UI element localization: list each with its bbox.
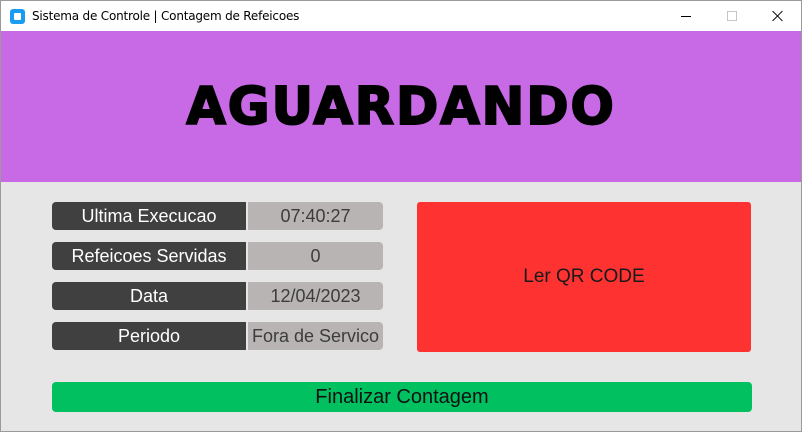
window-title: Sistema de Controle | Contagem de Refeic… <box>32 9 300 23</box>
title-bar[interactable]: Sistema de Controle | Contagem de Refeic… <box>1 1 801 31</box>
info-label: Data <box>52 282 246 310</box>
finish-count-button[interactable]: Finalizar Contagem <box>52 382 752 412</box>
info-value: 07:40:27 <box>248 202 383 230</box>
info-label: Refeicoes Servidas <box>52 242 246 270</box>
info-row-period: Periodo Fora de Servico <box>52 322 383 350</box>
info-value: 12/04/2023 <box>248 282 383 310</box>
info-row-meals-served: Refeicoes Servidas 0 <box>52 242 383 270</box>
close-button[interactable] <box>755 1 801 31</box>
info-value: Fora de Servico <box>248 322 383 350</box>
read-qr-code-button[interactable]: Ler QR CODE <box>417 202 751 352</box>
minimize-button[interactable] <box>663 1 709 31</box>
app-icon <box>10 9 25 24</box>
minimize-icon <box>681 15 691 17</box>
maximize-icon <box>727 11 737 21</box>
close-icon <box>772 10 784 22</box>
status-banner: AGUARDANDO <box>1 31 801 182</box>
info-value: 0 <box>248 242 383 270</box>
info-row-last-execution: Ultima Execucao 07:40:27 <box>52 202 383 230</box>
info-row-date: Data 12/04/2023 <box>52 282 383 310</box>
app-window: Sistema de Controle | Contagem de Refeic… <box>0 0 802 432</box>
maximize-button[interactable] <box>709 1 755 31</box>
info-label: Periodo <box>52 322 246 350</box>
status-text: AGUARDANDO <box>185 76 616 138</box>
info-label: Ultima Execucao <box>52 202 246 230</box>
